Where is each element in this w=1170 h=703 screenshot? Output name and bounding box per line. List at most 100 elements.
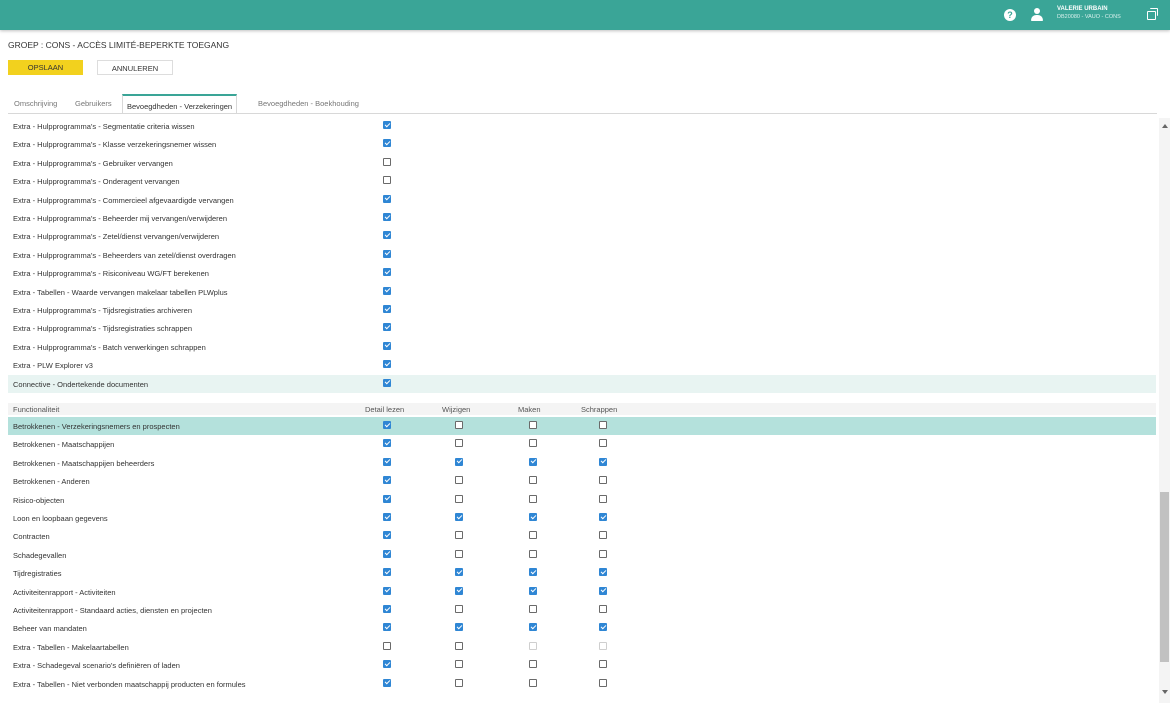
permission-checkbox[interactable]: [383, 568, 391, 577]
extra-row: Extra - Hulpprogramma's - Beheerders van…: [8, 246, 1156, 264]
extra-checkbox[interactable]: [383, 341, 391, 350]
extra-checkbox[interactable]: [383, 305, 391, 313]
user-icon[interactable]: [1031, 8, 1043, 21]
cancel-button[interactable]: ANNULEREN: [97, 60, 173, 75]
permission-checkbox[interactable]: [529, 421, 537, 429]
user-name[interactable]: VALERIE URBAIN: [1057, 6, 1108, 12]
extra-row-label: Extra - Hulpprogramma's - Tijdsregistrat…: [13, 306, 192, 315]
permission-checkbox[interactable]: [529, 660, 537, 669]
tab-bevoegdheden-verzekeringen[interactable]: Bevoegdheden - Verzekeringen: [122, 94, 238, 113]
extra-checkbox[interactable]: [383, 157, 391, 166]
permission-checkbox[interactable]: [529, 549, 537, 558]
extra-checkbox[interactable]: [383, 249, 391, 258]
permission-checkbox[interactable]: [599, 476, 607, 485]
extra-row: Extra - Hulpprogramma's - Klasse verzeke…: [8, 135, 1156, 153]
permission-checkbox[interactable]: [455, 586, 463, 595]
extra-checkbox[interactable]: [383, 286, 391, 295]
permission-checkbox[interactable]: [529, 439, 537, 448]
permission-checkbox[interactable]: [455, 531, 463, 540]
extra-checkbox[interactable]: [383, 268, 391, 277]
permission-checkbox[interactable]: [455, 421, 463, 429]
permission-checkbox[interactable]: [599, 513, 607, 521]
permission-checkbox[interactable]: [599, 421, 607, 429]
permission-checkbox[interactable]: [599, 678, 607, 687]
extra-checkbox[interactable]: [383, 323, 391, 332]
extra-checkbox[interactable]: [383, 360, 391, 369]
permission-checkbox[interactable]: [599, 494, 607, 503]
extra-checkbox[interactable]: [383, 213, 391, 221]
permission-checkbox[interactable]: [599, 549, 607, 558]
extra-row-label: Extra - Hulpprogramma's - Commercieel af…: [13, 195, 234, 205]
function-row-label: Extra - Tabellen - Makelaartabellen: [13, 642, 129, 652]
permission-checkbox[interactable]: [599, 457, 607, 466]
permission-checkbox[interactable]: [383, 586, 391, 595]
permission-checkbox[interactable]: [455, 641, 463, 650]
permission-checkbox[interactable]: [383, 513, 391, 521]
permission-checkbox[interactable]: [599, 623, 607, 632]
permission-checkbox[interactable]: [455, 678, 463, 687]
permission-checkbox[interactable]: [455, 494, 463, 503]
permission-checkbox[interactable]: [599, 531, 607, 540]
extra-row-label: Extra - Hulpprogramma's - Batch verwerki…: [13, 342, 206, 352]
permission-checkbox[interactable]: [383, 623, 391, 632]
permission-checkbox[interactable]: [529, 623, 537, 632]
function-row: Tijdregistraties: [8, 564, 1156, 582]
permission-checkbox[interactable]: [383, 457, 391, 466]
scrollbar-thumb[interactable]: [1160, 492, 1169, 662]
permission-checkbox[interactable]: [383, 641, 391, 650]
permission-checkbox[interactable]: [529, 605, 537, 613]
permission-checkbox[interactable]: [455, 549, 463, 558]
permission-checkbox[interactable]: [529, 476, 537, 485]
permission-checkbox[interactable]: [599, 568, 607, 577]
permission-checkbox[interactable]: [383, 421, 391, 429]
tab-omschrijving[interactable]: Omschrijving: [14, 99, 57, 108]
permission-checkbox[interactable]: [529, 568, 537, 577]
permission-checkbox[interactable]: [455, 568, 463, 577]
save-button[interactable]: OPSLAAN: [8, 60, 83, 75]
help-icon[interactable]: ?: [1004, 9, 1016, 21]
permission-checkbox[interactable]: [455, 457, 463, 466]
scrollbar[interactable]: [1159, 118, 1170, 703]
permission-checkbox[interactable]: [529, 678, 537, 687]
permission-checkbox[interactable]: [383, 660, 391, 669]
permission-checkbox[interactable]: [599, 660, 607, 669]
extra-checkbox[interactable]: [383, 176, 391, 185]
col-maken: Maken: [518, 405, 541, 414]
window-icon[interactable]: [1147, 8, 1159, 20]
permission-checkbox[interactable]: [529, 494, 537, 503]
extra-checkbox[interactable]: [383, 231, 391, 240]
permission-checkbox[interactable]: [529, 457, 537, 466]
extra-checkbox[interactable]: [383, 139, 391, 148]
function-row: Betrokkenen - Maatschappijen: [8, 435, 1156, 453]
permission-checkbox[interactable]: [599, 439, 607, 448]
permission-checkbox[interactable]: [455, 513, 463, 521]
scroll-down-icon[interactable]: [1162, 690, 1168, 694]
permission-checkbox[interactable]: [383, 605, 391, 613]
function-row-label: Extra - Schadegeval scenario's definiëre…: [13, 661, 180, 671]
tab-gebruikers[interactable]: Gebruikers: [75, 99, 112, 108]
permission-checkbox[interactable]: [383, 476, 391, 485]
tab-divider: [8, 113, 1157, 114]
tab-bevoegdheden-boekhouding[interactable]: Bevoegdheden - Boekhouding: [258, 99, 359, 108]
permission-checkbox[interactable]: [383, 494, 391, 503]
permission-checkbox[interactable]: [383, 678, 391, 687]
permission-checkbox[interactable]: [529, 531, 537, 540]
extra-checkbox[interactable]: [383, 378, 391, 387]
permission-checkbox[interactable]: [529, 513, 537, 521]
permission-checkbox[interactable]: [455, 605, 463, 613]
permission-checkbox[interactable]: [529, 586, 537, 595]
permission-checkbox[interactable]: [455, 623, 463, 632]
permission-checkbox[interactable]: [455, 439, 463, 448]
permission-checkbox[interactable]: [599, 586, 607, 595]
extra-checkbox[interactable]: [383, 194, 391, 203]
permission-checkbox[interactable]: [383, 549, 391, 558]
extra-checkbox[interactable]: [383, 121, 391, 129]
scroll-up-icon[interactable]: [1162, 124, 1168, 128]
permission-checkbox[interactable]: [383, 439, 391, 448]
function-row-label: Extra - Tabellen - Niet verbonden maatsc…: [13, 679, 246, 689]
permission-checkbox[interactable]: [383, 531, 391, 540]
permission-checkbox[interactable]: [455, 476, 463, 485]
function-row-label: Betrokkenen - Maatschappijen beheerders: [13, 458, 155, 468]
permission-checkbox[interactable]: [599, 605, 607, 613]
permission-checkbox[interactable]: [455, 660, 463, 669]
